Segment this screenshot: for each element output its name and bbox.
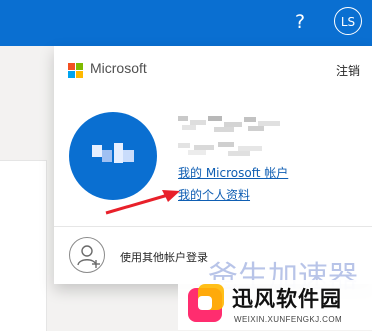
watermark-url: WEIXIN.XUNFENGKJ.COM [234, 315, 343, 324]
top-bar: ? LS [0, 0, 372, 46]
add-account-icon[interactable] [69, 237, 105, 273]
help-icon[interactable]: ? [288, 10, 312, 34]
brand-name: Microsoft [90, 60, 147, 76]
sign-out-link[interactable]: 注销 [336, 62, 360, 79]
watermark-badge: 迅风软件园 WEIXIN.XUNFENGKJ.COM [178, 280, 372, 330]
blurred-display-name [178, 114, 282, 134]
my-profile-link[interactable]: 我的个人资料 [178, 186, 250, 203]
my-microsoft-account-link[interactable]: 我的 Microsoft 帐户 [178, 164, 288, 181]
account-avatar-button[interactable]: LS [334, 7, 362, 35]
microsoft-logo-icon [68, 63, 84, 79]
sign-in-other-account-link[interactable]: 使用其他帐户登录 [120, 249, 208, 265]
panel-divider [54, 226, 372, 227]
account-manager-panel: Microsoft 注销 我的 Microsoft 帐户 我的个人资料 使用其他… [54, 46, 372, 284]
left-content-panel [0, 160, 47, 331]
blurred-email [178, 141, 266, 157]
watermark-logo-icon [188, 284, 224, 322]
watermark-title: 迅风软件园 [232, 287, 342, 311]
annotation-arrow-icon [105, 190, 180, 215]
